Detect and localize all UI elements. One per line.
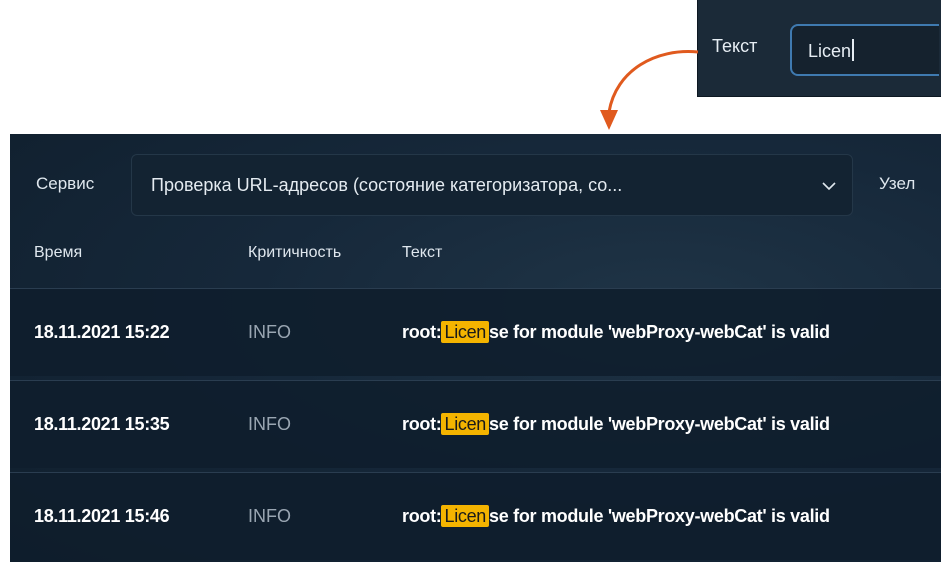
row-text: root: Licen se for module 'webProxy-webCat…: [402, 413, 830, 435]
column-header-text[interactable]: Текст: [402, 244, 442, 262]
text-filter-callout: Текст Licen: [697, 0, 941, 97]
service-label: Сервис: [36, 174, 95, 193]
log-panel: Сервис Проверка URL-адресов (состояние к…: [10, 134, 941, 562]
table-row[interactable]: 18.11.2021 15:22 INFO root: Licen se for m…: [10, 288, 941, 376]
row-time: 18.11.2021 15:46: [34, 506, 170, 526]
row-severity: INFO: [248, 506, 291, 526]
curved-arrow-icon: [600, 50, 699, 130]
text-filter-label: Текст: [712, 36, 758, 56]
row-time: 18.11.2021 15:22: [34, 322, 170, 342]
text-filter-input[interactable]: Licen: [790, 24, 939, 76]
node-label: Узел: [879, 174, 916, 193]
search-highlight: Licen: [441, 413, 490, 435]
table-row[interactable]: 18.11.2021 15:35 INFO root: Licen se for m…: [10, 380, 941, 468]
search-highlight: Licen: [441, 321, 490, 343]
row-time: 18.11.2021 15:35: [34, 414, 170, 434]
text-caret: [852, 39, 855, 61]
chevron-down-icon: [822, 182, 836, 191]
table-row[interactable]: 18.11.2021 15:46 INFO root: Licen se for m…: [10, 472, 941, 560]
row-text: root: Licen se for module 'webProxy-webCat…: [402, 505, 830, 527]
text-filter-value: Licen: [808, 39, 855, 62]
service-select-value: Проверка URL-адресов (состояние категори…: [151, 175, 623, 195]
search-highlight: Licen: [441, 505, 490, 527]
filter-row: Сервис Проверка URL-адресов (состояние к…: [10, 134, 941, 234]
row-severity: INFO: [248, 322, 291, 342]
row-text: root: Licen se for module 'webProxy-webCat…: [402, 321, 830, 343]
column-header-severity[interactable]: Критичность: [248, 244, 341, 262]
row-severity: INFO: [248, 414, 291, 434]
service-select[interactable]: Проверка URL-адресов (состояние категори…: [131, 154, 853, 216]
column-header-time[interactable]: Время: [34, 244, 82, 262]
